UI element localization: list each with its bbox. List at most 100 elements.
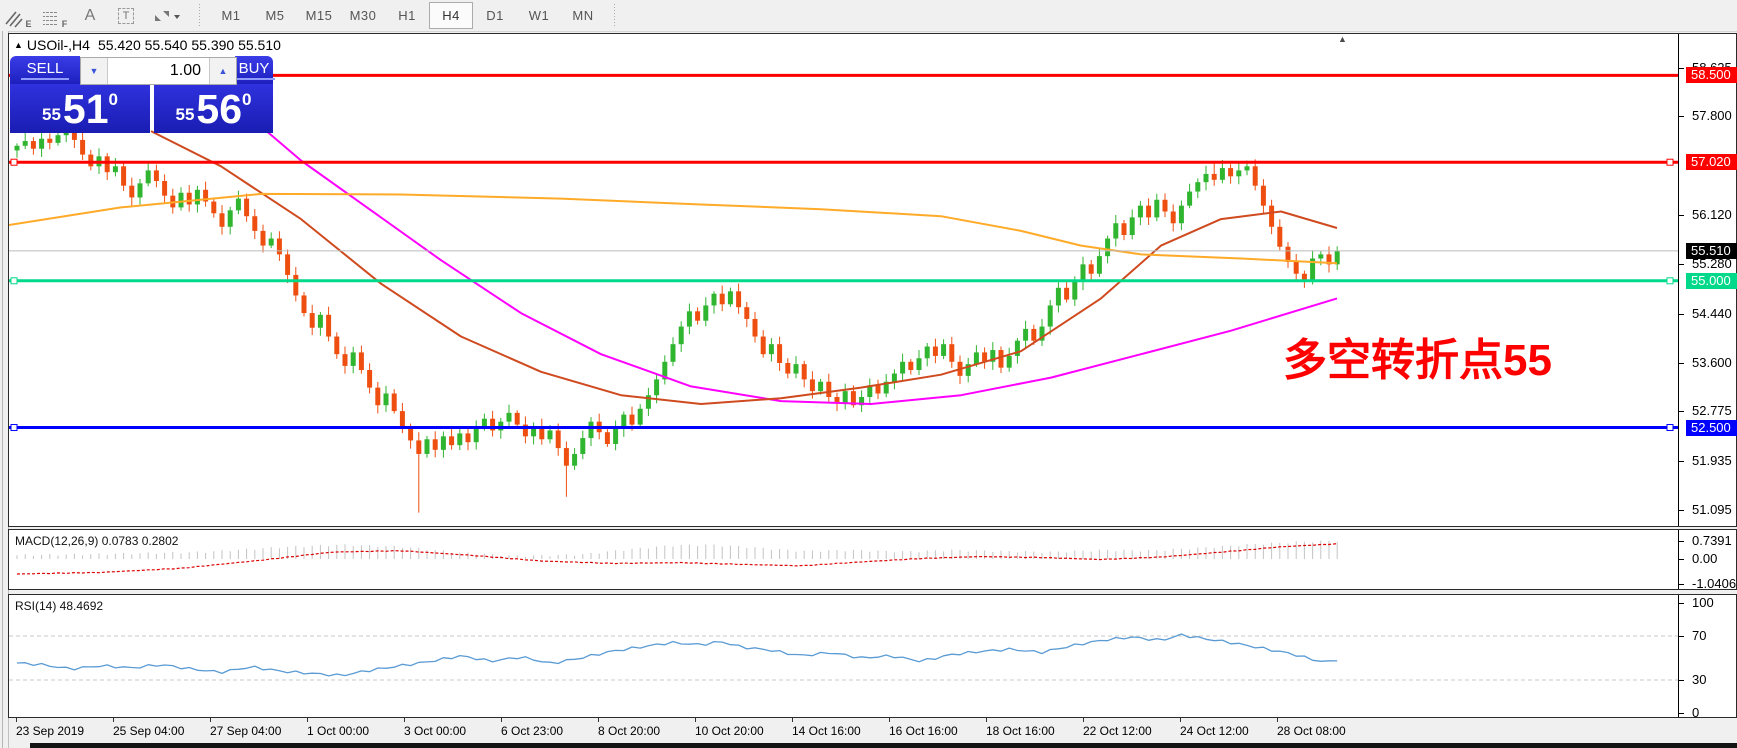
rsi-panel: RSI(14) 48.4692 100 70 30 0 <box>8 594 1737 720</box>
timeframe-button-W1[interactable]: W1 <box>517 2 561 29</box>
rsi-axis-label: 30 <box>1692 672 1707 687</box>
toolbar-separator <box>611 3 618 28</box>
support-52500 <box>9 424 1678 432</box>
date-label: 23 Sep 2019 <box>16 724 85 738</box>
text-annotation-tool-icon[interactable]: A <box>73 3 107 29</box>
price-badge: 58.500 <box>1686 67 1737 84</box>
support-55000 <box>9 277 1678 285</box>
sell-price-button[interactable]: 55 51 0 <box>10 84 150 133</box>
ohlc-values: 55.420 55.540 55.390 55.510 <box>97 37 281 53</box>
date-label: 16 Oct 16:00 <box>889 724 958 738</box>
date-tick <box>16 718 17 722</box>
price-tick-mark <box>1679 510 1684 511</box>
arrow-tools-icon[interactable] <box>145 3 189 29</box>
ma-fast-brick-line <box>150 130 1338 405</box>
macd-signal-line <box>16 543 1338 575</box>
timeframe-button-M1[interactable]: M1 <box>209 2 253 29</box>
symbol-timeframe: USOil-,H4 <box>26 37 90 53</box>
rsi-chart[interactable] <box>9 595 1679 717</box>
volume-input[interactable] <box>108 58 209 84</box>
rsi-tick-mark <box>1679 636 1684 637</box>
date-tick <box>1083 718 1084 722</box>
date-label: 18 Oct 16:00 <box>986 724 1055 738</box>
sell-button[interactable]: SELL <box>10 56 80 84</box>
macd-histogram <box>16 540 1338 559</box>
trading-platform-window: E F A T M1 M5 M15 M30 H1 H4 D1 W1 MN 57.… <box>0 0 1737 748</box>
date-tick <box>792 718 793 722</box>
macd-chart[interactable] <box>9 530 1679 589</box>
timeframe-button-M5[interactable]: M5 <box>253 2 297 29</box>
text-box-tool-icon[interactable]: T <box>109 3 143 29</box>
macd-axis-label: 0.00 <box>1692 551 1718 566</box>
price-tick-label: 56.120 <box>1692 207 1732 223</box>
price-badge: 57.020 <box>1686 154 1737 171</box>
price-tick-label: 54.440 <box>1692 305 1732 321</box>
date-label: 6 Oct 23:00 <box>501 724 564 738</box>
date-tick <box>1277 718 1278 722</box>
macd-tick-mark <box>1679 540 1684 542</box>
rsi-tick-mark <box>1679 713 1684 714</box>
volume-decrease-button[interactable]: ▼ <box>81 58 108 84</box>
timeframe-button-H1[interactable]: H1 <box>385 2 429 29</box>
rsi-tick-mark <box>1679 680 1684 681</box>
price-tick-mark <box>1679 215 1684 217</box>
timeframe-button-D1[interactable]: D1 <box>473 2 517 29</box>
buy-price-button[interactable]: 55 56 0 <box>154 84 273 133</box>
date-label: 3 Oct 00:00 <box>404 724 467 738</box>
ma-slow-orange-line <box>9 192 1338 265</box>
date-label: 8 Oct 20:00 <box>598 724 661 738</box>
timeframe-button-M30[interactable]: M30 <box>341 2 385 29</box>
equidistant-lines-tool-icon[interactable]: E <box>1 3 35 29</box>
date-tick <box>404 718 405 722</box>
resistance-57020 <box>9 158 1678 166</box>
price-tick-mark <box>1679 116 1684 118</box>
chart-shift-marker-icon[interactable]: ▲ <box>1338 34 1347 44</box>
tool-sub-label: E <box>25 18 32 29</box>
price-tick-label: 53.600 <box>1692 354 1732 370</box>
date-label: 27 Sep 04:00 <box>210 724 282 738</box>
timeframe-button-H4[interactable]: H4 <box>429 2 473 29</box>
price-tick-mark <box>1679 313 1684 315</box>
date-label: 14 Oct 16:00 <box>792 724 861 738</box>
buy-button[interactable]: BUY <box>232 56 276 84</box>
price-tick-label: 57.800 <box>1692 108 1732 124</box>
price-tick-label: 51.095 <box>1692 502 1732 517</box>
fibonacci-grid-tool-icon[interactable]: F <box>37 3 71 29</box>
date-tick <box>986 718 987 722</box>
date-label: 22 Oct 12:00 <box>1083 724 1152 738</box>
tool-sub-label: F <box>61 18 68 29</box>
volume-increase-button[interactable]: ▲ <box>209 58 236 84</box>
price-tick-mark <box>1679 411 1684 413</box>
macd-axis-label: -1.0406 <box>1692 576 1737 592</box>
rsi-tick-mark <box>1679 603 1684 604</box>
volume-control: ▼ ▲ <box>80 57 237 85</box>
toolbar-separator <box>196 3 203 28</box>
date-label: 24 Oct 12:00 <box>1180 724 1249 738</box>
window-bottom-bar <box>30 743 1737 748</box>
date-tick <box>889 718 890 722</box>
date-axis: 23 Sep 2019 25 Sep 04:00 27 Sep 04:00 1 Oct… <box>8 718 1737 742</box>
price-badge: 52.500 <box>1686 419 1737 436</box>
rsi-line <box>16 633 1338 677</box>
date-tick <box>210 718 211 722</box>
chevron-down-icon <box>174 14 180 19</box>
macd-panel: MACD(12,26,9) 0.0783 0.2802 0.7391 0.00 -1… <box>8 529 1737 592</box>
date-label: 28 Oct 08:00 <box>1277 724 1346 738</box>
rsi-axis-label: 100 <box>1692 595 1714 610</box>
date-tick <box>501 718 502 722</box>
date-label: 1 Oct 00:00 <box>307 724 370 738</box>
timeframe-group: M1 M5 M15 M30 H1 H4 D1 W1 MN <box>209 2 605 29</box>
expand-triangle-icon[interactable]: ▲ <box>14 40 23 50</box>
chart-text-annotation[interactable]: 多空转折点55 <box>1283 324 1552 388</box>
price-tick-mark <box>1679 264 1684 266</box>
rsi-indicator-label: RSI(14) 48.4692 <box>15 599 104 613</box>
timeframe-button-MN[interactable]: MN <box>561 2 605 29</box>
macd-tick-mark <box>1679 584 1684 586</box>
timeframe-button-M15[interactable]: M15 <box>297 2 341 29</box>
date-tick <box>695 718 696 722</box>
macd-axis-label: 0.7391 <box>1692 532 1732 548</box>
price-tick-label: 52.775 <box>1692 403 1732 419</box>
price-tick-mark <box>1679 460 1684 462</box>
date-tick <box>307 718 308 722</box>
date-tick <box>113 718 114 722</box>
